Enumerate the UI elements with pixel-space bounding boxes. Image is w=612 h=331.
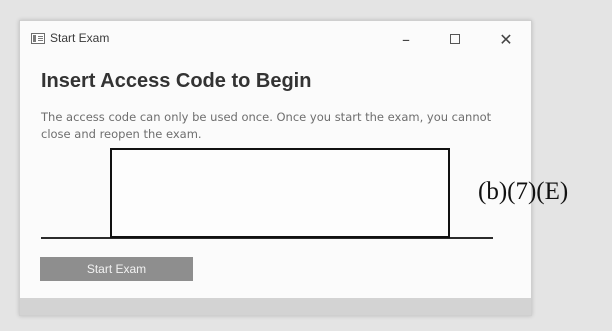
maximize-button[interactable] [435, 25, 475, 53]
description-text: The access code can only be used once. O… [41, 110, 492, 141]
start-exam-button[interactable]: Start Exam [40, 257, 193, 281]
minimize-icon: – [402, 29, 410, 49]
page-heading: Insert Access Code to Begin [41, 70, 312, 92]
redaction-box [110, 148, 450, 238]
close-icon: ✕ [499, 29, 513, 49]
form-window-icon [31, 33, 45, 44]
redaction-label: (b)(7)(E) [478, 178, 569, 205]
window-title: Start Exam [50, 31, 110, 45]
title-bar[interactable]: Start Exam – ✕ [20, 21, 531, 57]
minimize-button[interactable]: – [386, 25, 426, 53]
maximize-icon [450, 34, 460, 44]
close-button[interactable]: ✕ [486, 25, 526, 53]
bottom-strip [20, 298, 531, 315]
